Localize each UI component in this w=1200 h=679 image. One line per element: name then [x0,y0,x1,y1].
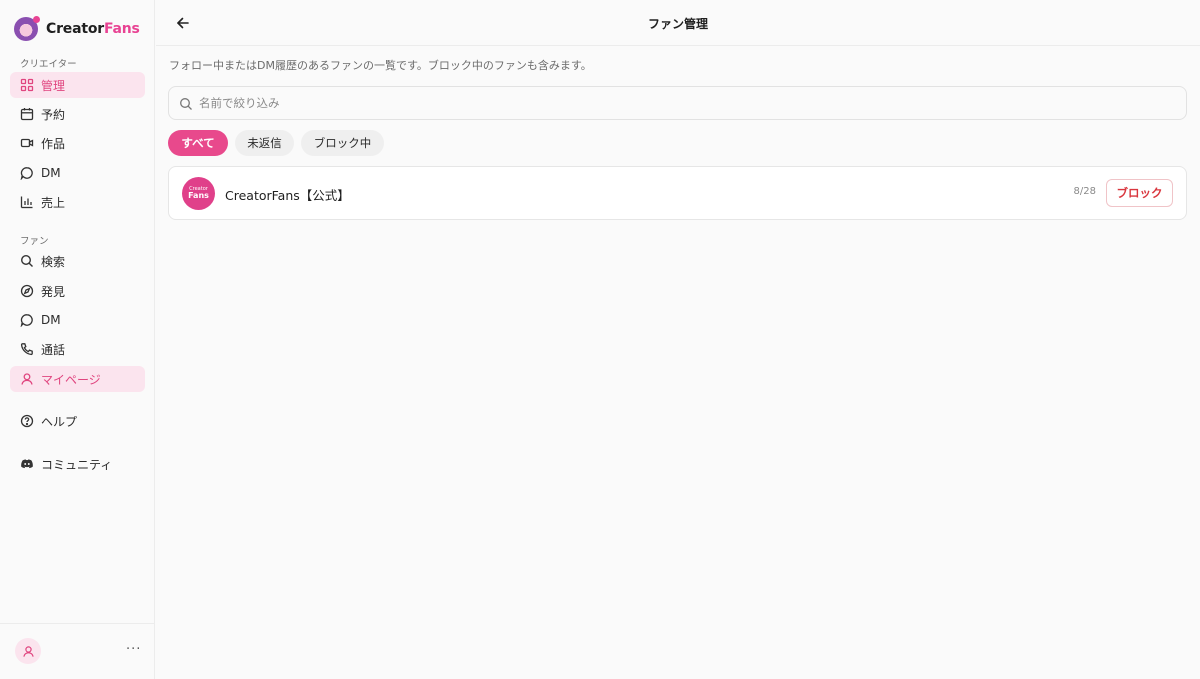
search-box [168,86,1187,120]
sidebar-item-label: 検索 [41,254,66,269]
calendar-icon [20,107,34,121]
sidebar-item-search[interactable]: 検索 [10,248,145,274]
sidebar-item-label: DM [41,313,61,327]
fan-list-item[interactable]: Creator Fans CreatorFans【公式】 8/28 ブロック [168,166,1187,220]
account-avatar[interactable] [15,638,41,664]
sidebar-item-label: 作品 [41,136,66,151]
header: ファン管理 [156,0,1200,46]
sidebar: CreatorFans クリエイター 管理 予約 作品 DM 売上 ファン 検索… [0,0,155,679]
fan-section-label: ファン [20,236,49,247]
app-logo[interactable]: CreatorFans [14,16,140,42]
help-circle-icon [20,414,34,428]
sidebar-item-label: マイページ [41,372,101,387]
sidebar-item-label: ヘルプ [41,414,78,429]
sidebar-item-mypage[interactable]: マイページ [10,366,145,392]
sidebar-item-reservation[interactable]: 予約 [10,101,145,127]
more-options-button[interactable]: ··· [126,642,141,657]
search-icon [20,254,34,268]
creator-section-label: クリエイター [20,59,77,70]
video-icon [20,136,34,150]
fan-date: 8/28 [1073,186,1096,197]
sidebar-item-community[interactable]: コミュニティ [10,451,145,477]
chat-bubble-icon [20,166,34,180]
grid-icon [20,78,34,92]
sidebar-item-label: 通話 [41,342,66,357]
name-filter-input[interactable] [199,87,1159,119]
bar-chart-icon [20,195,34,209]
sidebar-item-label: 予約 [41,107,66,122]
sidebar-item-help[interactable]: ヘルプ [10,408,145,434]
tab-unreplied[interactable]: 未返信 [235,130,294,156]
app-name-part1: Creator [46,21,104,37]
tab-all[interactable]: すべて [168,130,228,156]
user-icon [22,645,34,657]
page-description: フォロー中またはDM履歴のあるファンの一覧です。ブロック中のファンも含みます。 [169,59,592,72]
sidebar-item-sales[interactable]: 売上 [10,189,145,215]
sidebar-item-manage[interactable]: 管理 [10,72,145,98]
search-icon [180,98,192,110]
discord-icon [20,457,34,471]
logo-icon [14,16,40,41]
block-button[interactable]: ブロック [1106,179,1173,207]
avatar-text-line2: Fans [188,191,209,200]
sidebar-item-call[interactable]: 通話 [10,336,145,362]
fan-avatar: Creator Fans [182,177,215,210]
sidebar-item-discover[interactable]: 発見 [10,278,145,304]
compass-icon [20,284,34,298]
chat-bubble-icon [20,313,34,327]
sidebar-footer: ··· [0,623,155,679]
sidebar-item-creator-dm[interactable]: DM [10,160,145,186]
phone-icon [20,342,34,356]
sidebar-item-label: 管理 [41,78,66,93]
page-title: ファン管理 [647,17,708,31]
sidebar-item-label: 売上 [41,195,66,210]
sidebar-item-label: DM [41,166,61,180]
app-name: CreatorFans [46,21,140,37]
sidebar-item-label: 発見 [41,284,66,299]
fan-name: CreatorFans【公式】 [225,188,350,203]
user-icon [20,372,34,386]
app-name-part2: Fans [103,21,140,37]
tab-blocked[interactable]: ブロック中 [301,130,384,156]
sidebar-item-label: コミュニティ [41,457,113,472]
sidebar-item-fan-dm[interactable]: DM [10,307,145,333]
sidebar-item-works[interactable]: 作品 [10,130,145,156]
